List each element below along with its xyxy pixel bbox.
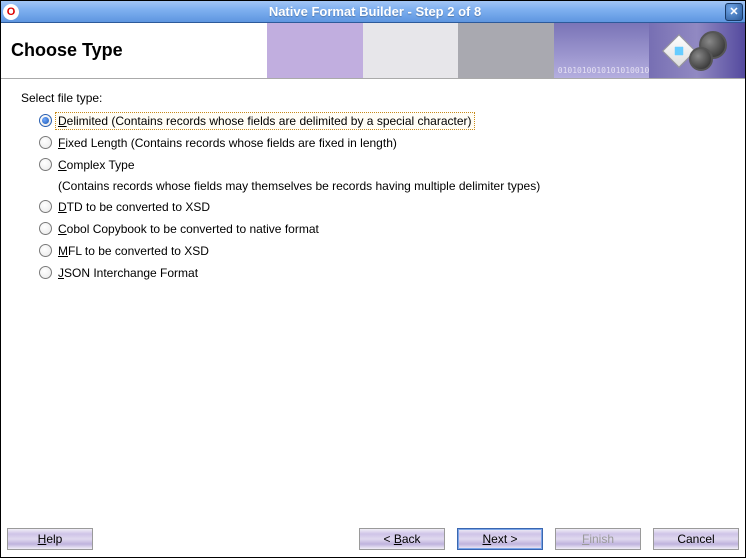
banner-stripe: 0101010010101010010101 <box>554 23 650 78</box>
wizard-button-bar: Help < Back Next > Finish Cancel <box>1 527 745 557</box>
radio-option-6[interactable]: JSON Interchange Format <box>39 265 729 281</box>
radio-input[interactable] <box>39 158 52 171</box>
radio-label[interactable]: MFL to be converted to XSD <box>58 243 209 259</box>
banner-stripe <box>649 23 745 78</box>
radio-input[interactable] <box>39 266 52 279</box>
radio-sublabel: (Contains records whose fields may thems… <box>58 179 729 193</box>
content-area: Select file type: Delimited (Contains re… <box>1 79 745 527</box>
banner-heading-area: Choose Type <box>1 23 267 78</box>
finish-button: Finish <box>555 528 641 550</box>
radio-input[interactable] <box>39 136 52 149</box>
radio-option-1[interactable]: Fixed Length (Contains records whose fie… <box>39 135 729 151</box>
radio-label[interactable]: Complex Type <box>58 157 135 173</box>
radio-label[interactable]: Fixed Length (Contains records whose fie… <box>58 135 397 151</box>
help-button[interactable]: Help <box>7 528 93 550</box>
radio-input[interactable] <box>39 114 52 127</box>
next-button[interactable]: Next > <box>457 528 543 550</box>
back-button[interactable]: < Back <box>359 528 445 550</box>
cancel-button[interactable]: Cancel <box>653 528 739 550</box>
file-type-radio-group: Delimited (Contains records whose fields… <box>21 113 729 281</box>
radio-input[interactable] <box>39 222 52 235</box>
radio-option-4[interactable]: Cobol Copybook to be converted to native… <box>39 221 729 237</box>
radio-label[interactable]: JSON Interchange Format <box>58 265 198 281</box>
radio-label[interactable]: Cobol Copybook to be converted to native… <box>58 221 319 237</box>
radio-label[interactable]: Delimited (Contains records whose fields… <box>55 112 475 130</box>
banner-stripe <box>363 23 459 78</box>
gear-icon <box>667 31 727 71</box>
window-title: Native Format Builder - Step 2 of 8 <box>25 4 725 19</box>
titlebar: O Native Format Builder - Step 2 of 8 ✕ <box>1 1 745 23</box>
banner-binary-text: 0101010010101010010101 <box>558 66 664 75</box>
banner-stripe <box>267 23 363 78</box>
radio-option-3[interactable]: DTD to be converted to XSD <box>39 199 729 215</box>
radio-option-2[interactable]: Complex Type <box>39 157 729 173</box>
radio-option-5[interactable]: MFL to be converted to XSD <box>39 243 729 259</box>
radio-input[interactable] <box>39 244 52 257</box>
banner-graphic: 0101010010101010010101 <box>267 23 745 78</box>
select-file-type-label: Select file type: <box>21 91 729 105</box>
page-heading: Choose Type <box>11 40 123 61</box>
radio-option-0[interactable]: Delimited (Contains records whose fields… <box>39 113 729 129</box>
close-button[interactable]: ✕ <box>725 3 743 21</box>
banner-stripe <box>458 23 554 78</box>
radio-input[interactable] <box>39 200 52 213</box>
radio-label[interactable]: DTD to be converted to XSD <box>58 199 210 215</box>
app-icon: O <box>3 4 19 20</box>
wizard-banner: Choose Type 0101010010101010010101 <box>1 23 745 79</box>
